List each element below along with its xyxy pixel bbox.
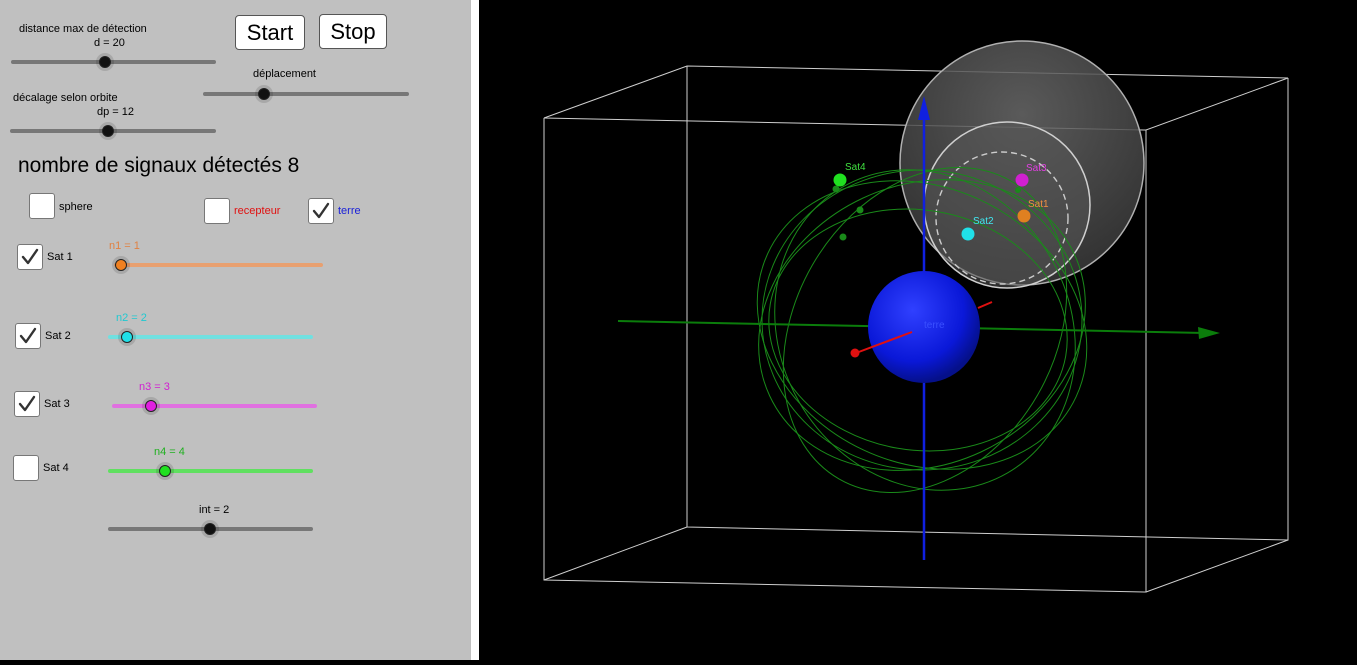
panel-divider[interactable] (471, 0, 479, 660)
signal-count-text: nombre de signaux détectés 8 (18, 154, 300, 177)
distance-slider-knob[interactable] (99, 56, 111, 68)
3d-view[interactable]: terre Sat4 Sat3 Sat1 Sat2 (479, 0, 1357, 660)
sat4-checkbox[interactable] (13, 455, 39, 481)
orbit-marker (1015, 187, 1021, 193)
satellite-sat2[interactable] (961, 227, 975, 241)
check-icon (18, 395, 36, 412)
satellite-sat2-label: Sat2 (973, 216, 994, 227)
sat2-slider-track[interactable] (108, 335, 313, 339)
deplacement-slider-knob[interactable] (258, 88, 270, 100)
satellite-sat3[interactable] (1015, 173, 1029, 187)
detection-sphere-small (923, 121, 1091, 289)
receiver-vector-tail (977, 301, 993, 309)
sat1-value: n1 = 1 (109, 240, 140, 252)
check-icon (19, 327, 37, 344)
sat4-label: Sat 4 (43, 462, 69, 474)
sat4-slider-knob[interactable] (159, 465, 171, 477)
sat4-slider-track[interactable] (108, 469, 313, 473)
stop-button[interactable]: Stop (319, 14, 387, 49)
distance-slider-track[interactable] (11, 60, 216, 64)
sat3-slider-track[interactable] (112, 404, 317, 408)
start-button[interactable]: Start (235, 15, 305, 50)
interval-value: int = 2 (199, 504, 230, 516)
terre-label: terre (338, 205, 361, 217)
sat3-value: n3 = 3 (139, 381, 170, 393)
sat2-value: n2 = 2 (116, 312, 147, 324)
recepteur-checkbox[interactable] (204, 198, 230, 224)
sat1-checkbox[interactable] (17, 244, 43, 270)
decalage-slider-knob[interactable] (102, 125, 114, 137)
deplacement-label: déplacement (253, 68, 316, 80)
sat1-slider-knob[interactable] (115, 259, 127, 271)
sat3-slider-knob[interactable] (145, 400, 157, 412)
distance-value: d = 20 (94, 37, 125, 49)
3d-scene[interactable]: terre Sat4 Sat3 Sat1 Sat2 (479, 0, 1357, 660)
decalage-label: décalage selon orbite (13, 92, 118, 104)
terre-checkbox[interactable] (308, 198, 334, 224)
receiver-point[interactable] (850, 348, 860, 358)
sphere-checkbox[interactable] (29, 193, 55, 219)
satellite-sat1-label: Sat1 (1028, 199, 1049, 210)
check-icon (312, 202, 330, 219)
sat2-checkbox[interactable] (15, 323, 41, 349)
deplacement-slider-track[interactable] (203, 92, 409, 96)
sat1-slider-track[interactable] (114, 263, 323, 267)
control-panel: distance max de détection d = 20 Start S… (0, 0, 471, 660)
satellite-sat4-label: Sat4 (845, 162, 866, 173)
recepteur-label: recepteur (234, 205, 281, 217)
satellite-sat3-label: Sat3 (1026, 163, 1047, 174)
x-axis-arrow-icon (1198, 327, 1220, 339)
sat3-checkbox[interactable] (14, 391, 40, 417)
satellite-sat1[interactable] (1017, 209, 1031, 223)
sat1-label: Sat 1 (47, 251, 73, 263)
orbit-marker (856, 206, 864, 214)
orbit-marker (832, 185, 840, 193)
sat2-label: Sat 2 (45, 330, 71, 342)
earth-label: terre (924, 320, 945, 331)
check-icon (21, 248, 39, 265)
orbit-marker (839, 233, 847, 241)
sphere-label: sphere (59, 201, 93, 213)
sat4-value: n4 = 4 (154, 446, 185, 458)
sat2-slider-knob[interactable] (121, 331, 133, 343)
distance-label: distance max de détection (19, 23, 147, 35)
interval-slider-knob[interactable] (204, 523, 216, 535)
satellite-sat4[interactable] (833, 173, 847, 187)
sat3-label: Sat 3 (44, 398, 70, 410)
decalage-value: dp = 12 (97, 106, 135, 118)
